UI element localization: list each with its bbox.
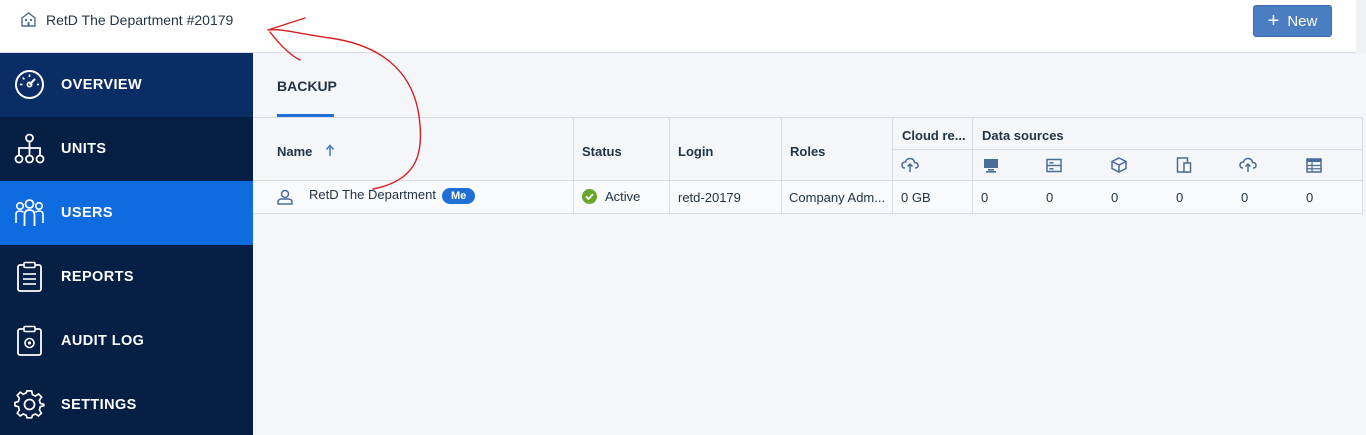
sidebar-item-label: REPORTS xyxy=(61,269,134,285)
sidebar-item-overview[interactable]: OVERVIEW xyxy=(0,53,253,117)
top-bar: RetD The Department #20179 + New xyxy=(0,0,1366,53)
cell-source-desktop: 0 xyxy=(981,190,989,205)
mobile-device-icon[interactable] xyxy=(1176,157,1192,173)
building-icon xyxy=(21,12,36,27)
cell-cloud: 0 GB xyxy=(901,190,931,205)
users-group-icon xyxy=(15,199,44,226)
user-name[interactable]: RetD The Department xyxy=(309,187,436,202)
check-icon xyxy=(582,189,597,204)
database-table-icon[interactable] xyxy=(1306,158,1322,173)
gear-icon xyxy=(14,390,45,419)
cell-source-vm: 0 xyxy=(1111,190,1119,205)
cloud-upload-icon[interactable] xyxy=(1239,157,1257,173)
cell-login: retd-20179 xyxy=(678,190,741,205)
tenant-name: RetD The Department #20179 xyxy=(46,11,234,28)
sidebar-item-audit-log[interactable]: AUDIT LOG xyxy=(0,309,253,373)
sidebar-item-label: AUDIT LOG xyxy=(61,333,145,349)
column-header-name[interactable]: Name xyxy=(277,144,335,159)
audit-clipboard-gear-icon xyxy=(17,325,42,356)
cube-icon[interactable] xyxy=(1111,157,1127,173)
server-icon[interactable] xyxy=(1046,158,1062,173)
tab-backup[interactable]: BACKUP xyxy=(277,78,337,94)
me-badge: Me xyxy=(441,188,476,204)
scrollbar[interactable] xyxy=(1356,0,1366,53)
status-text: Active xyxy=(605,189,641,204)
column-header-data-sources: Data sources xyxy=(982,128,1064,143)
cell-source-server: 0 xyxy=(1046,190,1054,205)
desktop-icon[interactable] xyxy=(983,158,999,173)
new-button-label: New xyxy=(1287,12,1318,30)
table-row[interactable]: RetD The Department Me Active retd-20179 … xyxy=(253,181,1363,214)
sidebar: OVERVIEW UNITS USERS REPORTS AUDIT LOG S… xyxy=(0,53,253,435)
column-header-status[interactable]: Status xyxy=(582,144,622,159)
plus-icon: + xyxy=(1267,10,1280,32)
clipboard-icon xyxy=(17,261,42,292)
sidebar-item-users[interactable]: USERS xyxy=(0,181,253,245)
sidebar-item-label: SETTINGS xyxy=(61,397,137,413)
column-header-label: Name xyxy=(277,144,313,159)
sidebar-item-label: USERS xyxy=(61,205,113,221)
column-header-roles[interactable]: Roles xyxy=(790,144,825,159)
hierarchy-icon xyxy=(14,133,45,164)
column-header-cloud[interactable]: Cloud re... xyxy=(902,128,966,143)
sidebar-item-settings[interactable]: SETTINGS xyxy=(0,373,253,435)
cell-roles: Company Adm... xyxy=(789,190,886,205)
sidebar-item-label: UNITS xyxy=(61,141,107,157)
arrow-up-icon xyxy=(325,144,335,156)
sidebar-item-reports[interactable]: REPORTS xyxy=(0,245,253,309)
cell-status: Active xyxy=(582,189,640,204)
column-header-login[interactable]: Login xyxy=(678,144,713,159)
sidebar-item-units[interactable]: UNITS xyxy=(0,117,253,181)
main-content: BACKUP Name Status Login Roles Cloud re.… xyxy=(253,53,1366,435)
cloud-upload-icon[interactable] xyxy=(901,157,919,173)
cell-source-cloud: 0 xyxy=(1241,190,1249,205)
cell-source-database: 0 xyxy=(1306,190,1314,205)
cell-name: RetD The Department Me xyxy=(309,187,476,204)
cell-source-mobile: 0 xyxy=(1176,190,1184,205)
sidebar-item-label: OVERVIEW xyxy=(61,77,143,93)
new-button[interactable]: + New xyxy=(1253,5,1332,37)
dashboard-gauge-icon xyxy=(15,70,44,99)
table-header: Name Status Login Roles Cloud re... Data… xyxy=(253,117,1363,182)
user-icon xyxy=(277,189,293,205)
tenant-selector[interactable]: RetD The Department #20179 xyxy=(20,11,233,28)
